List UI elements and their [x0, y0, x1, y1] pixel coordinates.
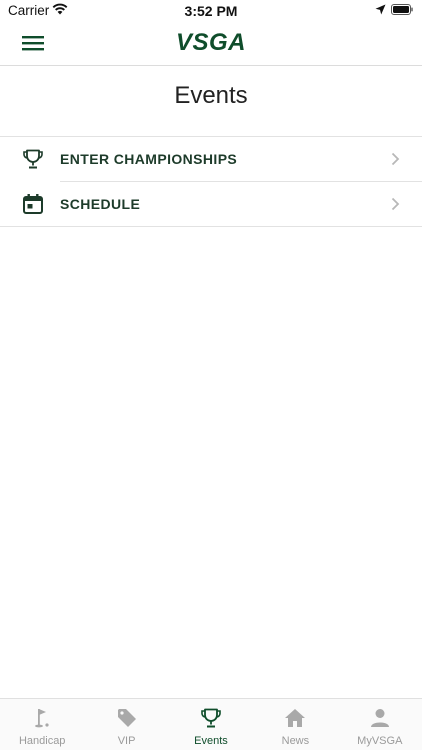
- status-bar: Carrier 3:52 PM: [0, 0, 422, 22]
- person-icon: [370, 709, 389, 727]
- vsga-logo: VSGA: [175, 29, 246, 56]
- tab-label: Events: [194, 735, 228, 747]
- list-item-enter-championships[interactable]: ENTER CHAMPIONSHIPS: [0, 137, 422, 181]
- location-arrow-icon: [375, 4, 386, 15]
- tab-label: MyVSGA: [357, 735, 403, 747]
- tab-handicap[interactable]: Handicap: [0, 699, 84, 750]
- golf-flag-icon: [35, 709, 49, 728]
- battery-icon: [391, 4, 413, 15]
- tab-news[interactable]: News: [253, 699, 337, 750]
- tab-label: VIP: [117, 735, 136, 747]
- list-item-label: SCHEDULE: [60, 196, 141, 212]
- tab-events[interactable]: Events: [169, 699, 253, 750]
- calendar-icon: [23, 194, 43, 214]
- divider: [0, 226, 422, 227]
- list-item-schedule[interactable]: SCHEDULE: [0, 182, 422, 226]
- clock: 3:52 PM: [184, 3, 238, 19]
- chevron-right-icon: [391, 152, 400, 166]
- trophy-icon: [201, 708, 221, 728]
- tab-label: Handicap: [18, 735, 66, 747]
- trophy-icon: [23, 149, 43, 169]
- page-title: Events: [174, 82, 248, 109]
- list-item-label: ENTER CHAMPIONSHIPS: [60, 151, 238, 167]
- tag-icon: [117, 709, 136, 727]
- tab-label: News: [281, 735, 310, 747]
- nav-bar: VSGA: [0, 22, 422, 66]
- tab-myvsga[interactable]: MyVSGA: [338, 699, 422, 750]
- tab-bar: Handicap VIP Events News MyVSGA: [0, 698, 422, 750]
- home-icon: [285, 709, 306, 727]
- tab-vip[interactable]: VIP: [84, 699, 168, 750]
- chevron-right-icon: [391, 197, 400, 211]
